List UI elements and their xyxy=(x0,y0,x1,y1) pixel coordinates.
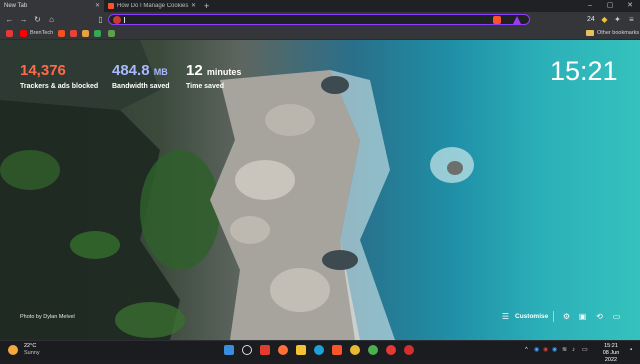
site-info-icon[interactable] xyxy=(113,16,121,24)
app-icon[interactable] xyxy=(260,345,270,355)
toolbar: ← → ↻ ⌂ ▯ 24 ◆ ✦ ≡ xyxy=(0,12,640,27)
bandwidth-unit: MB xyxy=(153,67,168,77)
new-tab-page: 14,376 Trackers & ads blocked 484.8 MB B… xyxy=(0,40,640,340)
taskbar: 22°C Sunny ^ ◉ ◉ ◉ ≋ ♪ ▭ 15:21 08 Jun 20… xyxy=(0,340,640,363)
bookmark-icon[interactable] xyxy=(58,30,65,37)
close-window-icon[interactable]: ✕ xyxy=(620,0,640,12)
text-caret xyxy=(124,17,125,23)
sun-icon xyxy=(8,345,18,355)
tab-strip: New Tab ✕ How Do I Manage Cookies In Bra… xyxy=(0,0,640,12)
windows-start-icon[interactable] xyxy=(224,345,234,355)
close-tab-icon[interactable]: ✕ xyxy=(191,2,196,9)
brave-shields-icon[interactable] xyxy=(493,16,501,24)
brave-favicon-icon xyxy=(108,3,114,9)
bookmarks-bar: BrenTech Other bookmarks xyxy=(0,27,640,40)
tab-new-tab[interactable]: New Tab ✕ xyxy=(0,0,104,12)
menu-icon[interactable]: ≡ xyxy=(626,14,637,25)
settings-icon[interactable]: ⚙ xyxy=(561,311,572,322)
chrome-canary-icon[interactable] xyxy=(350,345,360,355)
bandwidth-saved-count: 484.8 MB xyxy=(112,62,168,81)
trackers-blocked-count: 14,376 xyxy=(20,62,66,80)
notification-icon[interactable]: ▪ xyxy=(630,346,632,354)
maximize-icon[interactable]: ▢ xyxy=(600,0,620,12)
customise-icon[interactable]: ☰ xyxy=(500,311,511,322)
bookmark-brentech-label[interactable]: BrenTech xyxy=(30,29,53,38)
brave-icon[interactable] xyxy=(332,345,342,355)
back-icon[interactable]: ← xyxy=(4,14,15,25)
close-tab-icon[interactable]: ✕ xyxy=(95,2,100,9)
home-icon[interactable]: ⌂ xyxy=(46,14,57,25)
time-saved-count: 12 minutes xyxy=(186,62,241,81)
tray-icon[interactable]: ◉ xyxy=(534,346,539,354)
bandwidth-saved-label: Bandwidth saved xyxy=(112,83,170,90)
bookmark-youtube-icon[interactable] xyxy=(6,30,13,37)
system-date[interactable]: 08 Jun 2022 xyxy=(596,350,626,364)
bookmark-brentech-icon[interactable] xyxy=(20,30,27,37)
extensions-puzzle-icon[interactable]: ✦ xyxy=(612,14,623,25)
app-icon[interactable] xyxy=(404,345,414,355)
chevron-up-icon[interactable]: ^ xyxy=(525,346,528,354)
photo-credit[interactable]: Photo by Dylan Melvel xyxy=(20,313,75,321)
bookmark-icon[interactable]: ▯ xyxy=(95,14,106,25)
trackers-value: 14,376 xyxy=(20,62,66,79)
weather-desc[interactable]: Sunny xyxy=(24,350,40,357)
time-value: 12 xyxy=(186,62,203,79)
edge-icon[interactable] xyxy=(314,345,324,355)
file-explorer-icon[interactable] xyxy=(296,345,306,355)
gmail-icon[interactable] xyxy=(70,30,77,37)
divider xyxy=(553,311,554,322)
minimize-icon[interactable]: – xyxy=(580,0,600,12)
bandwidth-value: 484.8 xyxy=(112,62,150,79)
wifi-icon[interactable]: ≋ xyxy=(562,346,567,354)
chrome-icon[interactable] xyxy=(368,345,378,355)
brave-talk-icon[interactable]: ▭ xyxy=(611,311,622,322)
bookmark-icon[interactable] xyxy=(94,30,101,37)
extension-icon[interactable]: ◆ xyxy=(599,14,610,25)
battery-icon[interactable]: ▭ xyxy=(582,346,588,354)
trackers-blocked-label: Trackers & ads blocked xyxy=(20,83,99,90)
extension-badge: 24 xyxy=(587,16,595,23)
history-icon[interactable]: ⟲ xyxy=(594,311,605,322)
time-saved-label: Time saved xyxy=(186,83,225,90)
reload-icon[interactable]: ↻ xyxy=(32,14,43,25)
new-tab-button[interactable]: + xyxy=(204,1,209,11)
customise-button[interactable]: Customise xyxy=(515,312,548,321)
folder-icon xyxy=(586,30,594,36)
system-time[interactable]: 15:21 xyxy=(596,343,626,350)
clock: 15:21 xyxy=(550,56,618,86)
volume-icon[interactable]: ♪ xyxy=(572,346,575,354)
brave-rewards-icon[interactable] xyxy=(513,16,521,24)
bookmark-icon[interactable] xyxy=(82,30,89,37)
bookmark-icon[interactable] xyxy=(108,30,115,37)
search-icon[interactable] xyxy=(242,345,252,355)
firefox-icon[interactable] xyxy=(278,345,288,355)
forward-icon[interactable]: → xyxy=(18,14,29,25)
tray-icon[interactable]: ◉ xyxy=(552,346,557,354)
tab-title: How Do I Manage Cookies In Brave? xyxy=(117,3,189,9)
tray-icon[interactable]: ◉ xyxy=(543,346,548,354)
tab-brave-cookies[interactable]: How Do I Manage Cookies In Brave? ✕ xyxy=(104,0,200,12)
bookmarks-icon[interactable]: ▣ xyxy=(577,311,588,322)
address-bar[interactable] xyxy=(108,14,530,25)
time-unit: minutes xyxy=(206,67,242,77)
opera-icon[interactable] xyxy=(386,345,396,355)
weather-temp[interactable]: 22°C xyxy=(24,343,36,350)
other-bookmarks[interactable]: Other bookmarks xyxy=(597,29,639,38)
tab-title: New Tab xyxy=(4,3,28,9)
